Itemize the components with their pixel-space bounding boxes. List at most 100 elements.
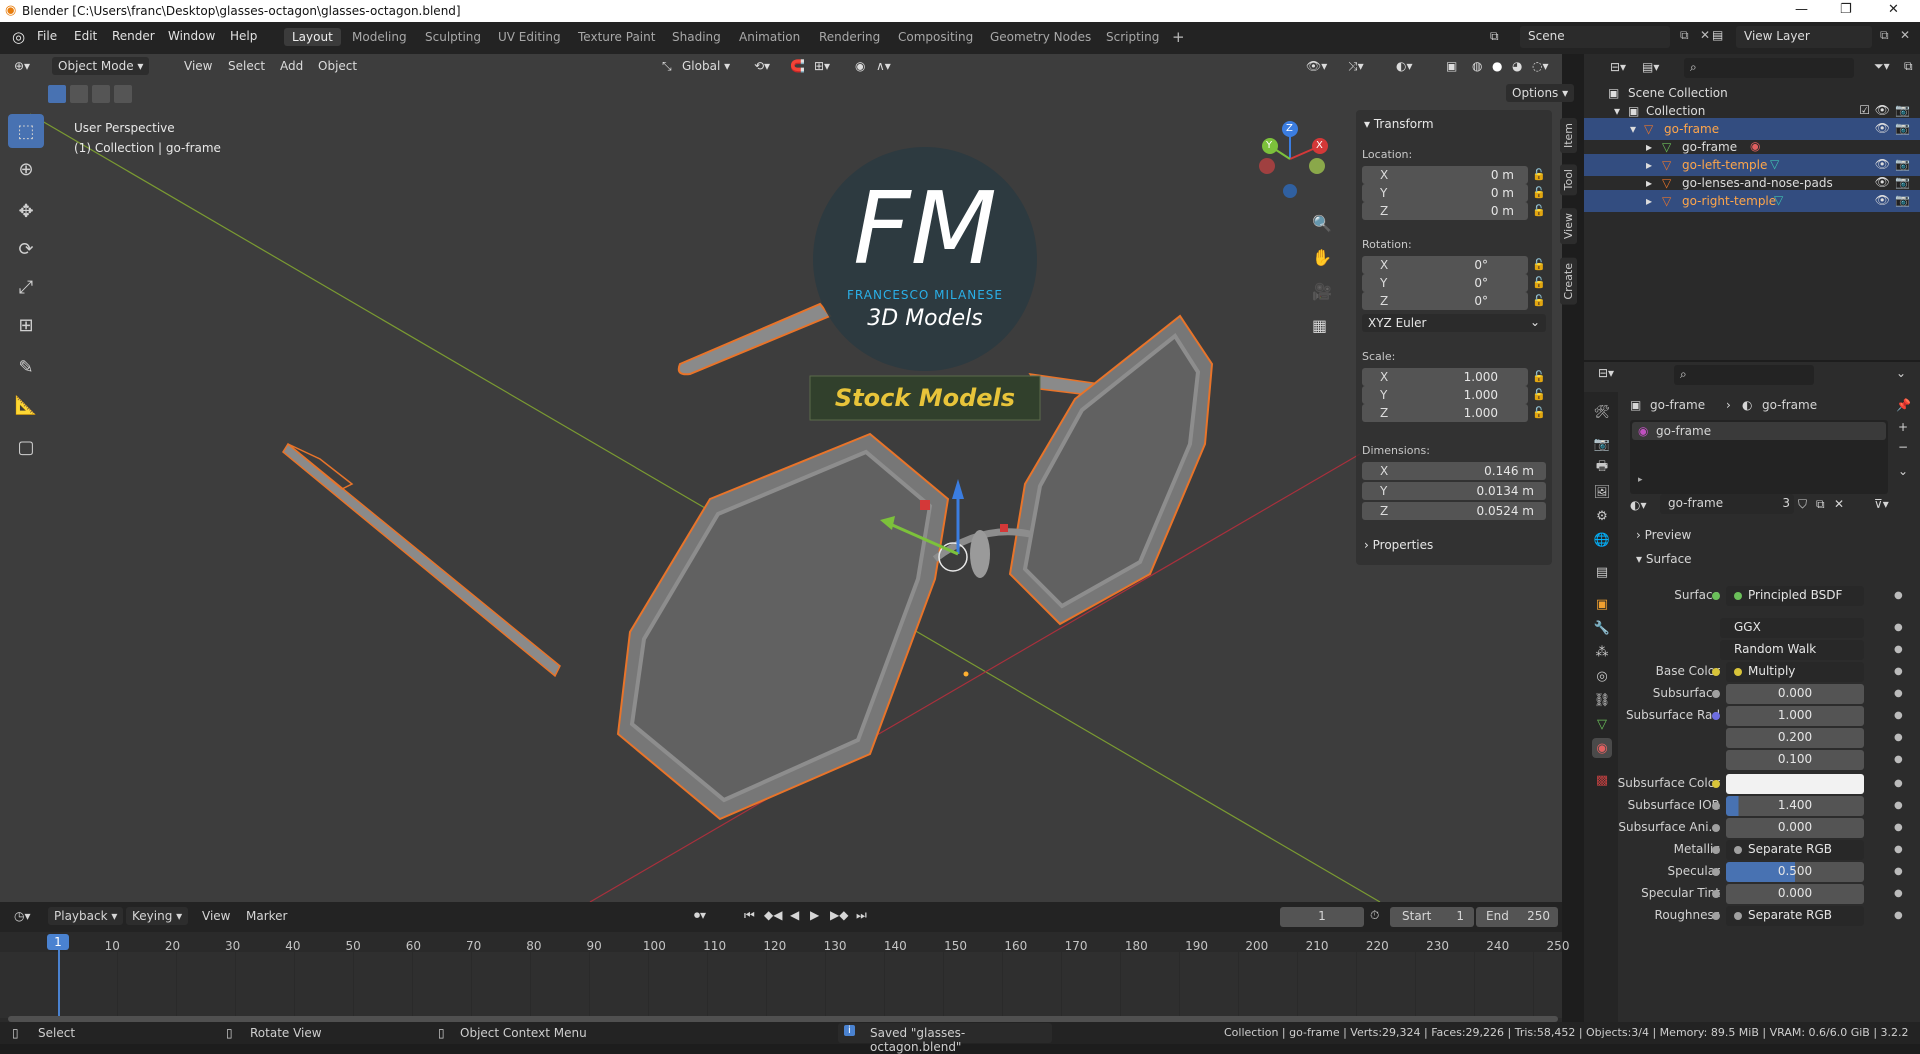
menu-render[interactable]: Render xyxy=(112,29,155,43)
xray-icon[interactable]: ▣ xyxy=(1446,59,1457,73)
dimensions-z-field[interactable]: Z 0.0524 m xyxy=(1362,502,1546,520)
pivot-icon[interactable]: ⟲▾ xyxy=(754,59,770,73)
stopwatch-icon[interactable]: ⏱ xyxy=(1370,908,1379,923)
tab-texture-paint[interactable]: Texture Paint xyxy=(570,28,663,46)
expand-icon[interactable]: ▸ xyxy=(1646,158,1652,172)
select-extend-icon[interactable] xyxy=(70,85,88,103)
transform-tool-icon[interactable]: ⊞ xyxy=(8,308,44,342)
timeline-menu-view[interactable]: View xyxy=(202,909,230,923)
lock-icon[interactable]: 🔓 xyxy=(1532,168,1546,181)
menu-edit[interactable]: Edit xyxy=(74,29,97,43)
camera-icon[interactable]: 📷 xyxy=(1895,103,1910,117)
eye-icon[interactable]: 👁 xyxy=(1875,103,1890,117)
properties-subpanel[interactable]: › Properties xyxy=(1364,538,1433,552)
location-x-field[interactable]: X 0 m xyxy=(1362,166,1528,184)
select-invert-icon[interactable] xyxy=(114,85,132,103)
delete-scene-icon[interactable]: ✕ xyxy=(1700,28,1710,42)
eye-icon[interactable]: 👁 xyxy=(1875,175,1890,189)
outliner-display-mode-icon[interactable]: ⊟▾ xyxy=(1610,60,1626,74)
tab-tool[interactable]: Tool xyxy=(1560,164,1577,196)
property-field[interactable]: Principled BSDF xyxy=(1712,586,1864,606)
camera-view-icon[interactable]: 🎥 xyxy=(1312,282,1332,301)
lock-icon[interactable]: 🔓 xyxy=(1532,186,1546,199)
socket-icon[interactable] xyxy=(1712,912,1720,920)
material-shading-icon[interactable]: ◕ xyxy=(1512,59,1522,73)
collection-tab-icon[interactable]: ▤ xyxy=(1592,562,1612,582)
tab-scripting[interactable]: Scripting xyxy=(1098,28,1167,46)
location-z-field[interactable]: Z 0 m xyxy=(1362,202,1528,220)
orientation-dropdown[interactable]: Global ▾ xyxy=(682,59,730,73)
frame-ruler[interactable]: 1 10 20 30 40 50 60 70 80 90 100 110 120 130 140 150 160… xyxy=(0,932,1569,953)
record-icon[interactable]: ⏺▾ xyxy=(694,908,706,923)
expand-icon[interactable]: ▸ xyxy=(1646,176,1652,190)
property-field[interactable]: 1.400 xyxy=(1712,796,1864,816)
timeline-track[interactable] xyxy=(0,952,1562,1018)
texture-tab-icon[interactable]: ▩ xyxy=(1592,770,1612,790)
timeline-menu-marker[interactable]: Marker xyxy=(246,909,287,923)
keyframe-dot-icon[interactable]: ● xyxy=(1894,644,1903,655)
data-tab-icon[interactable]: ▽ xyxy=(1592,714,1612,734)
keyframe-dot-icon[interactable]: ● xyxy=(1894,754,1903,765)
tab-compositing[interactable]: Compositing xyxy=(890,28,981,46)
lock-icon[interactable]: 🔓 xyxy=(1532,258,1546,271)
material-slot-list[interactable]: ◉ go-frame ▸ xyxy=(1630,420,1888,494)
socket-icon[interactable] xyxy=(1712,868,1720,876)
add-workspace-icon[interactable]: + xyxy=(1172,28,1185,46)
save-report[interactable]: i Saved "glasses-octagon.blend" xyxy=(838,1023,1052,1054)
property-field[interactable]: Separate RGB xyxy=(1712,906,1864,926)
dimensions-x-field[interactable]: X 0.146 m xyxy=(1362,462,1546,480)
render-tab-icon[interactable]: 📷 xyxy=(1592,434,1612,454)
lock-icon[interactable]: 🔓 xyxy=(1532,370,1546,383)
material-name-field[interactable]: go-frame 3 xyxy=(1660,494,1794,514)
keyframe-dot-icon[interactable]: ● xyxy=(1894,844,1903,855)
menu-window[interactable]: Window xyxy=(168,29,215,43)
property-field[interactable]: 0.200 xyxy=(1726,728,1864,748)
outliner-filter-icon[interactable]: ▤▾ xyxy=(1642,60,1659,74)
unlink-material-icon[interactable]: ✕ xyxy=(1834,497,1844,511)
menu-add[interactable]: Add xyxy=(280,59,303,73)
modifier-tab-icon[interactable]: 🔧 xyxy=(1592,618,1612,638)
chevron-down-icon[interactable]: ⌄ xyxy=(1896,366,1906,380)
new-scene-icon[interactable]: ⧉ xyxy=(1680,28,1689,43)
select-box-tool-icon[interactable]: ⬚ xyxy=(8,114,44,148)
tab-item[interactable]: Item xyxy=(1560,118,1577,154)
measure-tool-icon[interactable]: 📐 xyxy=(8,388,44,422)
property-field[interactable]: Separate RGB xyxy=(1712,840,1864,860)
property-field[interactable]: 0.500 xyxy=(1712,862,1864,882)
keyframe-dot-icon[interactable]: ● xyxy=(1894,710,1903,721)
lock-icon[interactable]: 🔓 xyxy=(1532,388,1546,401)
tool-tab-icon[interactable]: 🛠 xyxy=(1592,402,1612,422)
constraints-tab-icon[interactable]: ⛓ xyxy=(1592,690,1612,710)
tab-view[interactable]: View xyxy=(1560,208,1577,245)
object-tab-icon[interactable]: ▣ xyxy=(1592,594,1612,614)
properties-search-input[interactable]: ⌕ xyxy=(1674,365,1814,385)
new-view-layer-icon[interactable]: ⧉ xyxy=(1880,28,1889,43)
lock-icon[interactable]: 🔓 xyxy=(1532,294,1546,307)
socket-icon[interactable] xyxy=(1712,780,1720,788)
scale-x-field[interactable]: X 1.000 xyxy=(1362,368,1528,386)
orientation-icon[interactable]: ⤡ xyxy=(662,59,672,74)
keyframe-dot-icon[interactable]: ● xyxy=(1894,666,1903,677)
select-new-icon[interactable] xyxy=(48,85,66,103)
menu-select[interactable]: Select xyxy=(228,59,265,73)
start-frame-field[interactable]: Start 1 xyxy=(1390,907,1474,927)
material-slot-item[interactable]: ◉ go-frame xyxy=(1632,422,1886,440)
visibility-icon[interactable]: 👁▾ xyxy=(1306,59,1327,73)
world-tab-icon[interactable]: 🌐 xyxy=(1592,530,1612,550)
expand-icon[interactable]: ▸ xyxy=(1638,475,1643,485)
slot-menu-icon[interactable]: ⌄ xyxy=(1898,464,1908,478)
move-tool-icon[interactable]: ✥ xyxy=(8,194,44,228)
keyframe-dot-icon[interactable]: ● xyxy=(1894,800,1903,811)
camera-icon[interactable]: 📷 xyxy=(1895,121,1910,135)
solid-shading-icon[interactable]: ● xyxy=(1492,59,1502,73)
outliner-item[interactable]: ▸ ▽ go-right-temple ▽ 👁 📷 xyxy=(1584,190,1920,212)
tab-geometry-nodes[interactable]: Geometry Nodes xyxy=(982,28,1099,46)
pin-icon[interactable]: 📌 xyxy=(1896,398,1911,412)
scale-z-field[interactable]: Z 1.000 xyxy=(1362,404,1528,422)
select-subtract-icon[interactable] xyxy=(92,85,110,103)
property-field[interactable] xyxy=(1712,774,1864,794)
physics-tab-icon[interactable]: ◎ xyxy=(1592,666,1612,686)
pan-hand-icon[interactable]: ✋ xyxy=(1312,248,1332,267)
zoom-icon[interactable]: 🔍 xyxy=(1312,214,1332,233)
add-slot-icon[interactable]: + xyxy=(1898,420,1908,434)
